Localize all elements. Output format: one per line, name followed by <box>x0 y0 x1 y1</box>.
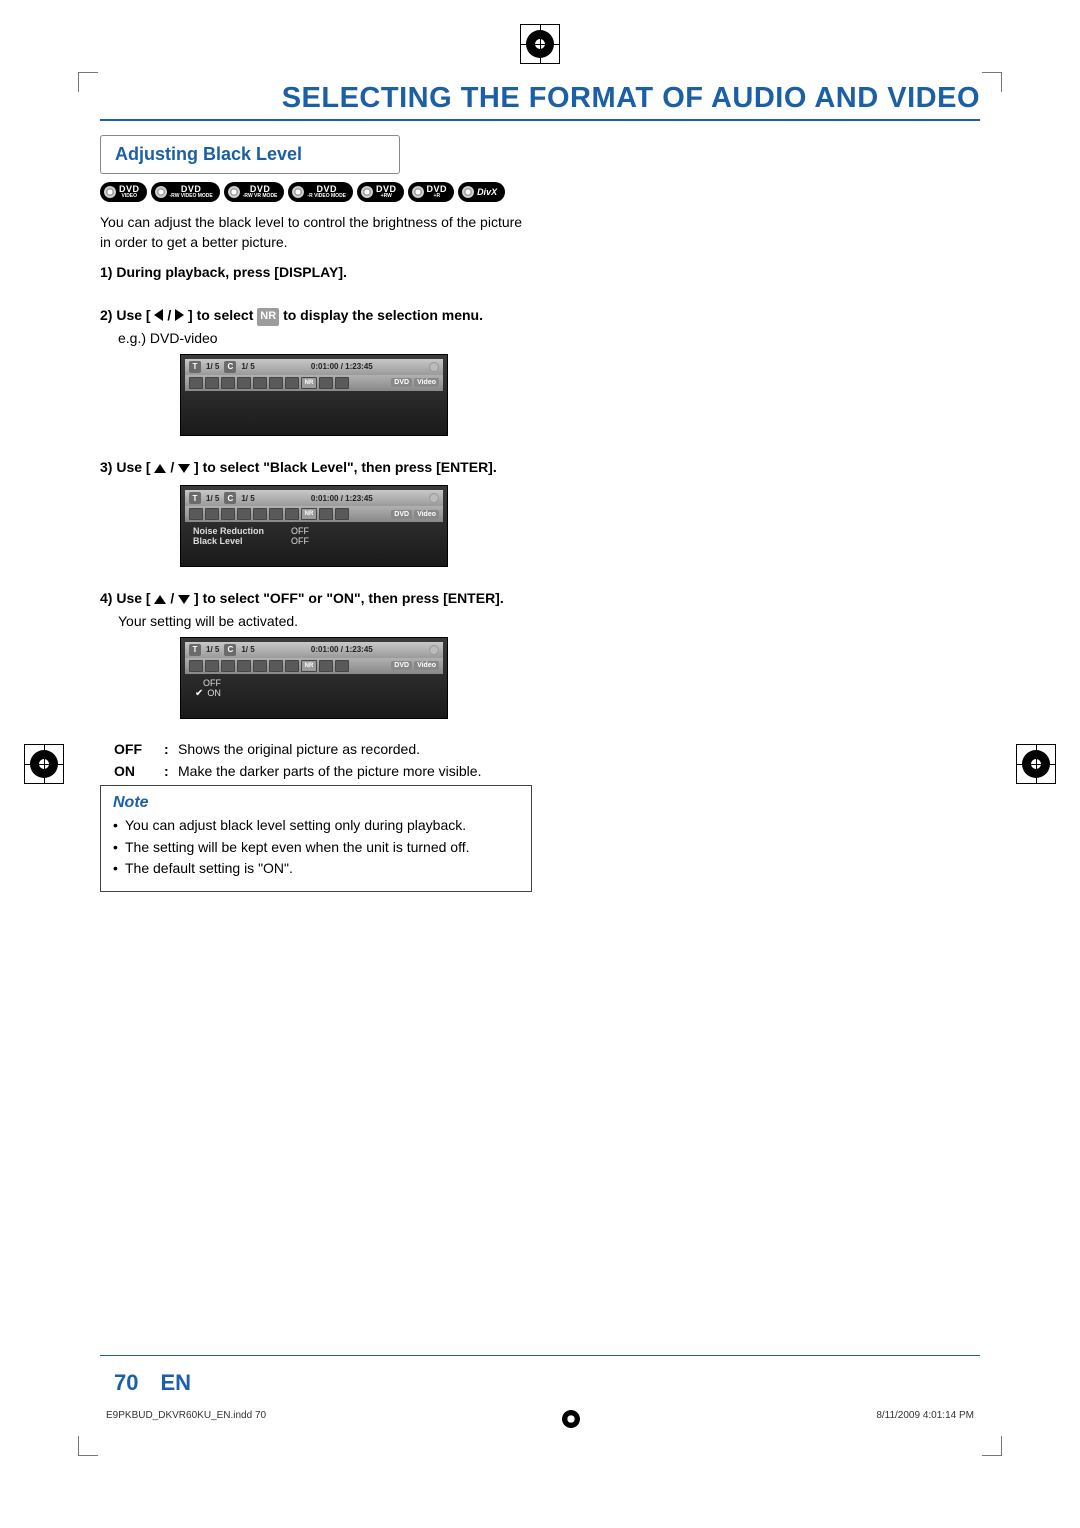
crop-mark <box>78 72 98 92</box>
osd-c-icon: C <box>224 361 236 373</box>
note-heading: Note <box>113 794 519 812</box>
step-4-sub: Your setting will be activated. <box>118 613 532 629</box>
badge-dvd-plus-r: DVD+R <box>408 182 455 202</box>
imprint-line: E9PKBUD_DKVR60KU_EN.indd 70 8/11/2009 4:… <box>100 1410 980 1428</box>
triangle-left-icon <box>154 309 163 321</box>
osd-screenshot-3: T 1/ 5 C 1/ 5 0:01:00 / 1:23:45 NR DVDVi… <box>180 637 448 719</box>
registration-mark-right <box>1022 750 1050 778</box>
imprint-timestamp: 8/11/2009 4:01:14 PM <box>876 1410 974 1428</box>
step-2: 2) Use [ / ] to select NR to display the… <box>100 306 532 326</box>
note-box: Note You can adjust black level setting … <box>100 785 532 892</box>
badge-dvd-rw-vr: DVD-RW VR MODE <box>224 182 285 202</box>
osd-screenshot-2: T 1/ 5 C 1/ 5 0:01:00 / 1:23:45 NR DVDVi… <box>180 485 448 567</box>
nr-icon: NR <box>257 308 279 325</box>
osd-screenshot-1: T 1/ 5 C 1/ 5 0:01:00 / 1:23:45 NR DVDVi… <box>180 354 448 436</box>
crop-mark <box>982 1436 1002 1456</box>
osd-t-icon: T <box>189 361 201 373</box>
example-label: e.g.) DVD-video <box>118 330 532 346</box>
badge-dvd-plus-rw: DVD+RW <box>357 182 404 202</box>
registration-mark-top <box>526 30 554 58</box>
registration-mark-bottom <box>562 1410 580 1428</box>
note-item: You can adjust black level setting only … <box>113 816 519 836</box>
check-icon: ✔ <box>195 688 203 699</box>
step-1: 1) During playback, press [DISPLAY]. <box>100 263 532 283</box>
note-item: The default setting is "ON". <box>113 859 519 879</box>
definitions: OFF : Shows the original picture as reco… <box>114 741 532 779</box>
triangle-up-icon <box>154 595 166 604</box>
osd-status-dot-icon <box>429 362 439 372</box>
note-item: The setting will be kept even when the u… <box>113 838 519 858</box>
section-heading: Adjusting Black Level <box>100 135 400 174</box>
media-badge-row: DVDVIDEO DVD-RW VIDEO MODE DVD-RW VR MOD… <box>100 182 532 202</box>
intro-text: You can adjust the black level to contro… <box>100 212 532 253</box>
registration-mark-left <box>30 750 58 778</box>
triangle-up-icon <box>154 464 166 473</box>
page-number: 70 EN <box>114 1370 191 1396</box>
osd-time: 0:01:00 / 1:23:45 <box>311 362 373 371</box>
badge-divx: DivX <box>458 182 505 202</box>
badge-dvd-video: DVDVIDEO <box>100 182 147 202</box>
step-3: 3) Use [ / ] to select "Black Level", th… <box>100 458 532 478</box>
footer-rule <box>100 1355 980 1356</box>
osd-icon-strip: NR <box>189 377 349 389</box>
step-4: 4) Use [ / ] to select "OFF" or "ON", th… <box>100 589 532 609</box>
badge-dvd-r-video: DVD-R VIDEO MODE <box>288 182 353 202</box>
crop-mark <box>78 1436 98 1456</box>
imprint-file: E9PKBUD_DKVR60KU_EN.indd 70 <box>106 1410 266 1428</box>
crop-mark <box>982 72 1002 92</box>
badge-dvd-rw-video: DVD-RW VIDEO MODE <box>151 182 220 202</box>
triangle-down-icon <box>178 464 190 473</box>
page-title: SELECTING THE FORMAT OF AUDIO AND VIDEO <box>100 82 980 121</box>
triangle-down-icon <box>178 595 190 604</box>
triangle-right-icon <box>175 309 184 321</box>
